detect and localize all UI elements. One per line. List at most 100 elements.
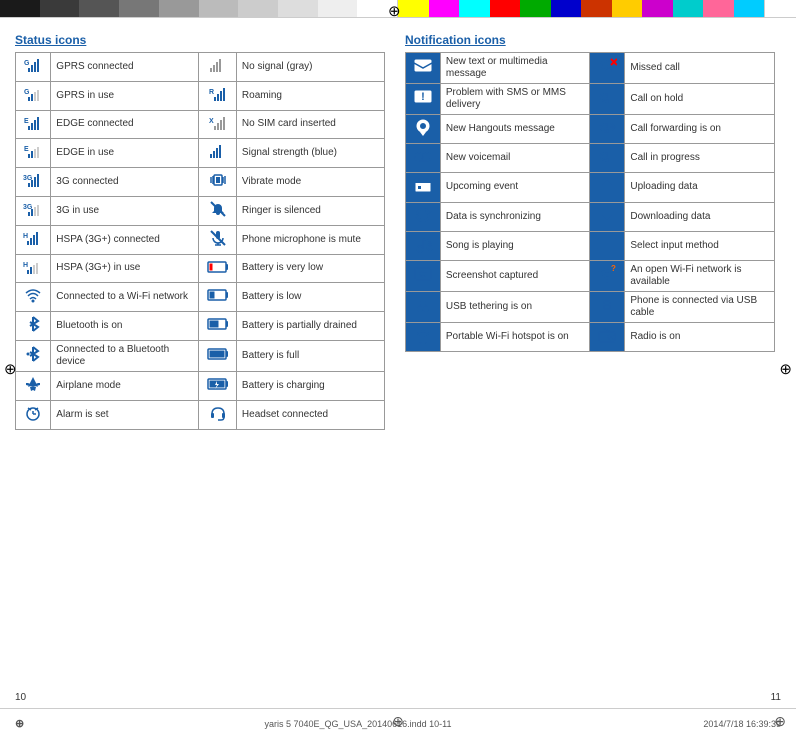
wifi-open-label: An open Wi-Fi network is available	[625, 260, 775, 291]
signal-blue-label: Signal strength (blue)	[236, 139, 384, 168]
call-forwarding-icon	[590, 115, 625, 144]
main-content: Status icons G GPRS connected No signal …	[0, 23, 796, 440]
table-row: Song is playing Select input method	[406, 231, 775, 260]
airplane-icon	[16, 371, 51, 400]
battery-full-label: Battery is full	[236, 340, 384, 371]
sms-problem-label: Problem with SMS or MMS delivery	[440, 84, 590, 115]
svg-text:H: H	[23, 233, 28, 240]
battery-very-low-label: Battery is very low	[236, 254, 384, 283]
edge-connected-label: EDGE connected	[51, 110, 199, 139]
notification-title: Notification icons	[405, 33, 775, 47]
call-progress-label: Call in progress	[625, 144, 775, 173]
battery-partial-label: Battery is partially drained	[236, 312, 384, 341]
voicemail-icon	[406, 144, 441, 173]
edge-connected-icon: E	[16, 110, 51, 139]
screenshot-icon	[406, 260, 441, 291]
table-row: Upcoming event Uploading data	[406, 173, 775, 202]
message-label: New text or multimedia message	[440, 53, 590, 84]
gprs-connected-label: GPRS connected	[51, 53, 199, 82]
screenshot-label: Screenshot captured	[440, 260, 590, 291]
music-icon	[406, 231, 441, 260]
status-title: Status icons	[15, 33, 385, 47]
table-row: Bluetooth is on Battery is partially dra…	[16, 312, 385, 341]
hspa-connected-icon: H	[16, 225, 51, 254]
calendar-icon	[406, 173, 441, 202]
page-number-right: 11	[771, 692, 781, 703]
svg-text:H: H	[23, 262, 28, 269]
table-row: ! Problem with SMS or MMS delivery Call …	[406, 84, 775, 115]
download-icon	[590, 202, 625, 231]
mic-mute-label: Phone microphone is mute	[236, 225, 384, 254]
hspa-use-icon: H	[16, 254, 51, 283]
edge-use-label: EDGE in use	[51, 139, 199, 168]
vibrate-label: Vibrate mode	[236, 168, 384, 197]
call-hold-label: Call on hold	[625, 84, 775, 115]
wifi-icon	[16, 283, 51, 312]
ringer-silenced-label: Ringer is silenced	[236, 196, 384, 225]
page-number-left: 10	[15, 692, 26, 703]
svg-text:?: ?	[611, 265, 616, 273]
3g-use-icon: 3G	[16, 196, 51, 225]
3g-connected-label: 3G connected	[51, 168, 199, 197]
table-row: Connected to a Wi-Fi network Battery is …	[16, 283, 385, 312]
svg-text:X: X	[209, 118, 214, 125]
roaming-label: Roaming	[236, 81, 384, 110]
airplane-label: Airplane mode	[51, 371, 199, 400]
missed-call-icon	[590, 53, 625, 84]
bluetooth-connected-label: Connected to a Bluetooth device	[51, 340, 199, 371]
status-section: Status icons G GPRS connected No signal …	[15, 33, 385, 430]
headset-label: Headset connected	[236, 400, 384, 429]
top-color-bar: ⊕	[0, 0, 796, 18]
upload-icon	[590, 173, 625, 202]
call-forwarding-label: Call forwarding is on	[625, 115, 775, 144]
notification-section: Notification icons New text or multimedi…	[405, 33, 775, 430]
usb-cable-label: Phone is connected via USB cable	[625, 291, 775, 322]
mic-mute-icon	[199, 225, 237, 254]
calendar-label: Upcoming event	[440, 173, 590, 202]
svg-text:G: G	[24, 60, 30, 67]
table-row: H HSPA (3G+) connected Phone microphone …	[16, 225, 385, 254]
footer-filename: yaris 5 7040E_QG_USA_20140616.indd 10-11	[85, 719, 631, 729]
footer-date: 2014/7/18 16:39:39	[631, 719, 781, 729]
call-progress-icon	[590, 144, 625, 173]
battery-very-low-icon	[199, 254, 237, 283]
headset-icon	[199, 400, 237, 429]
gprs-connected-icon: G	[16, 53, 51, 82]
table-row: E EDGE connected X No SIM card inserted	[16, 110, 385, 139]
table-row: USB tethering is on Phone is connected v…	[406, 291, 775, 322]
voicemail-label: New voicemail	[440, 144, 590, 173]
missed-call-label: Missed call	[625, 53, 775, 84]
table-row: 3G 3G in use Ringer is silenced	[16, 196, 385, 225]
battery-full-icon	[199, 340, 237, 371]
wifi-label: Connected to a Wi-Fi network	[51, 283, 199, 312]
footer: ⊕ yaris 5 7040E_QG_USA_20140616.indd 10-…	[0, 708, 796, 738]
table-row: E EDGE in use Signal strength (blue)	[16, 139, 385, 168]
no-sim-icon: X	[199, 110, 237, 139]
table-row: Alarm is set Headset connected	[16, 400, 385, 429]
usb-tethering-label: USB tethering is on	[440, 291, 590, 322]
svg-text:R: R	[209, 89, 214, 96]
battery-charging-icon	[199, 371, 237, 400]
table-row: Airplane mode Battery is charging	[16, 371, 385, 400]
hangouts-label: New Hangouts message	[440, 115, 590, 144]
sync-label: Data is synchronizing	[440, 202, 590, 231]
upload-label: Uploading data	[625, 173, 775, 202]
status-table: G GPRS connected No signal (gray) G GPRS…	[15, 52, 385, 430]
music-label: Song is playing	[440, 231, 590, 260]
svg-text:G: G	[24, 89, 30, 96]
no-sim-label: No SIM card inserted	[236, 110, 384, 139]
hotspot-label: Portable Wi-Fi hotspot is on	[440, 322, 590, 351]
no-signal-icon	[199, 53, 237, 82]
table-row: Portable Wi-Fi hotspot is on Radio is on	[406, 322, 775, 351]
table-row: New Hangouts message Call forwarding is …	[406, 115, 775, 144]
gprs-use-label: GPRS in use	[51, 81, 199, 110]
table-row: H HSPA (3G+) in use Battery is very low	[16, 254, 385, 283]
call-hold-icon	[590, 84, 625, 115]
table-row: 3G 3G connected Vibrate mode	[16, 168, 385, 197]
right-color-swatches	[398, 0, 796, 17]
input-method-label: Select input method	[625, 231, 775, 260]
notification-table: New text or multimedia message Missed ca…	[405, 52, 775, 352]
battery-low-label: Battery is low	[236, 283, 384, 312]
alarm-icon	[16, 400, 51, 429]
svg-text:E: E	[24, 146, 29, 153]
